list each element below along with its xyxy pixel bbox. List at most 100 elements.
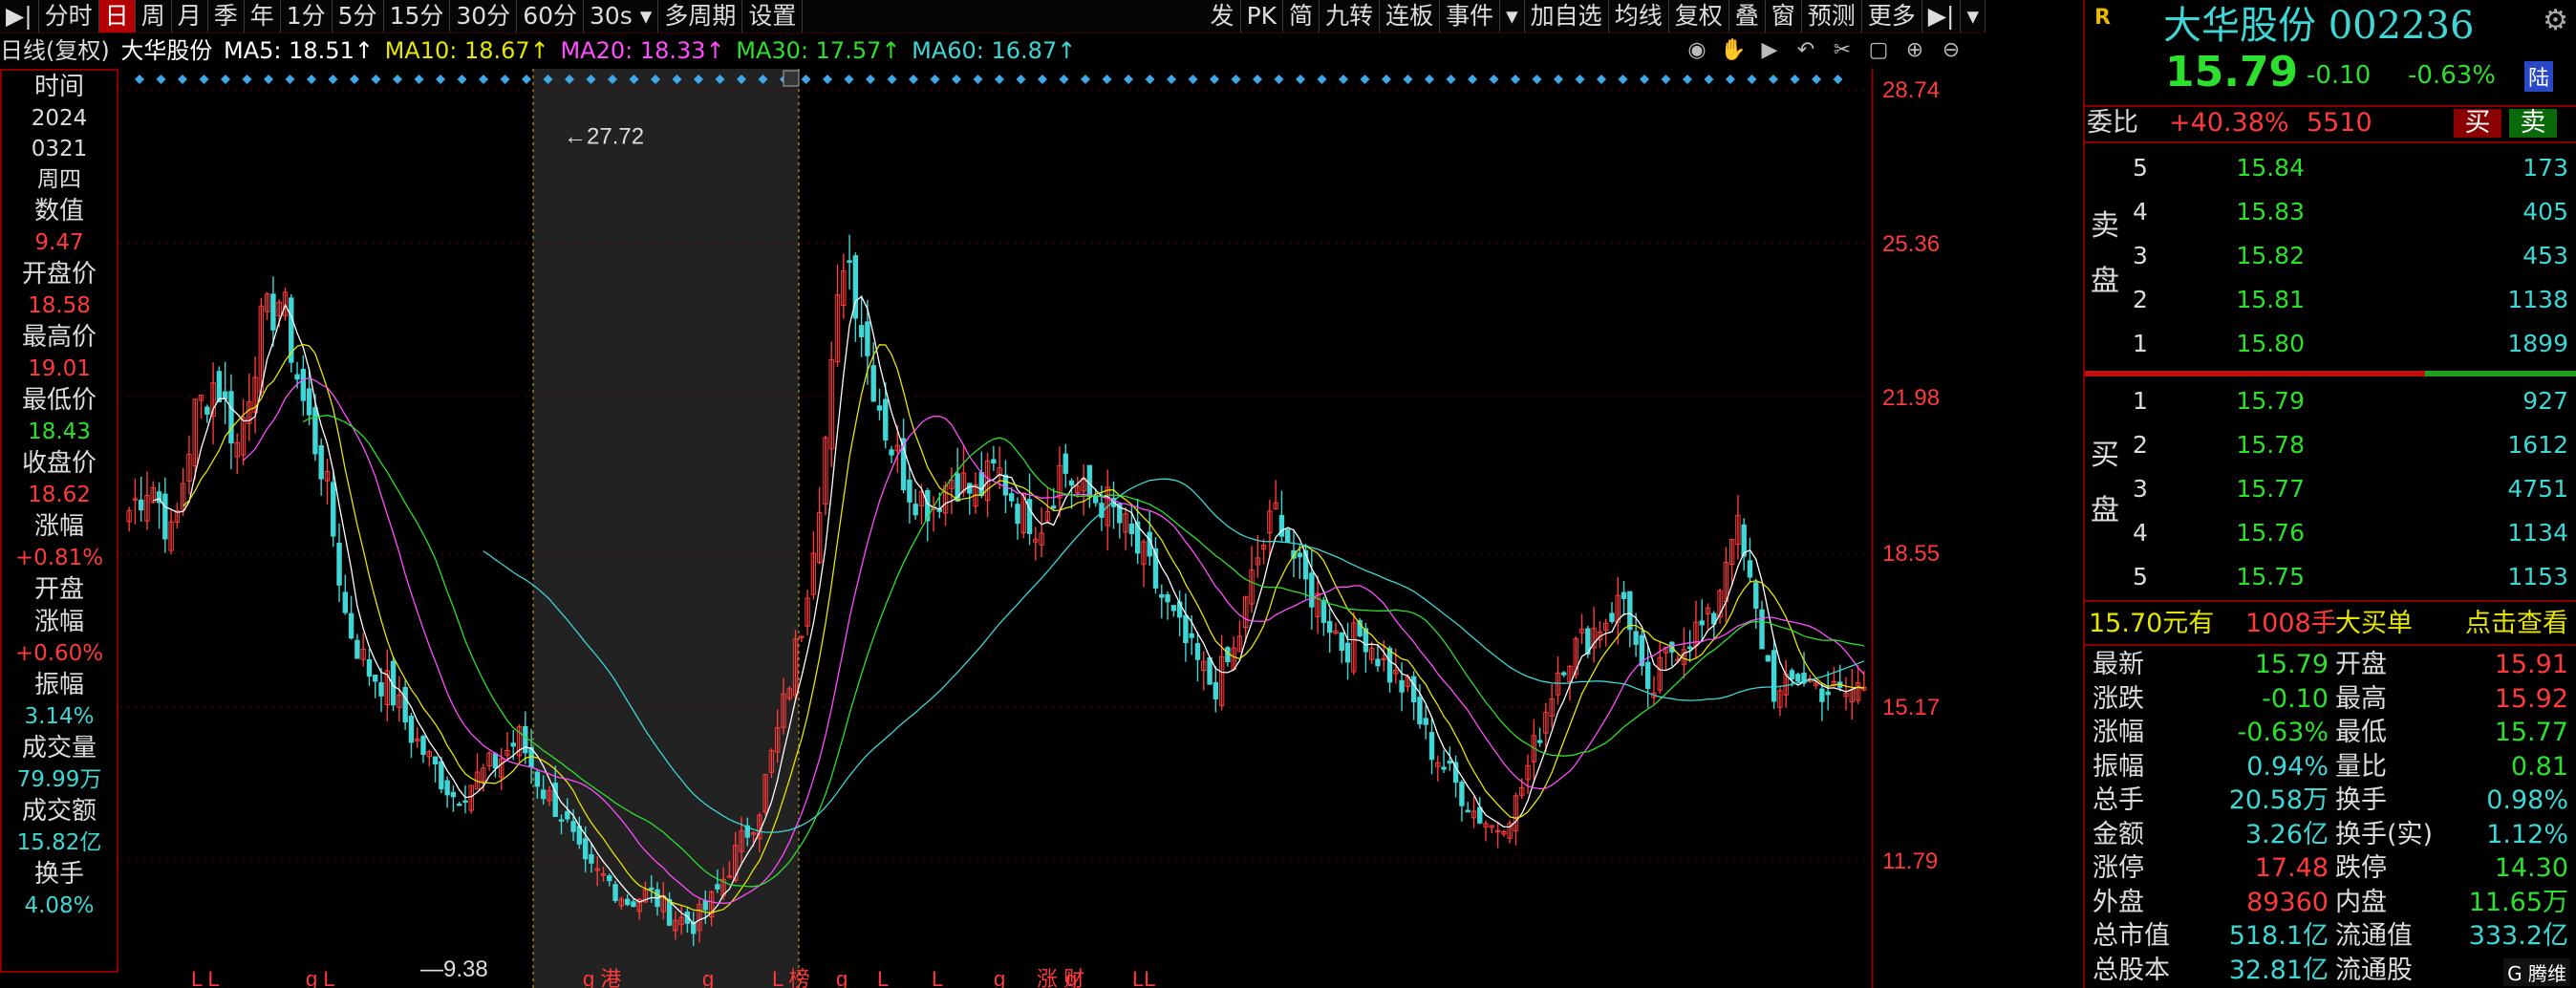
zoom-out-icon[interactable]: ⊖ [1938,36,1964,63]
period-tab[interactable]: 季 [208,0,245,32]
period-tab[interactable]: 周 [136,0,172,32]
toolbar-button[interactable]: ▾ [1961,0,1986,32]
event-diamond [414,75,424,84]
ma10-value[interactable]: MA10: 18.67↑ [385,37,549,64]
stat-value: -0.10 [2262,683,2329,714]
event-diamond [1790,75,1800,84]
info-value: 18.58 [28,293,91,318]
period-tab[interactable]: 月 [172,0,208,32]
period-tab[interactable]: 分时 [39,0,99,32]
stat-row: 总市值 518.1亿 流通值 333.2亿 [2085,919,2576,954]
toolbar-button[interactable]: 事件 [1440,0,1501,32]
toolbar-button[interactable]: 叠 [1729,0,1766,32]
event-diamond [995,75,1004,84]
period-tab[interactable]: 年 [245,0,281,32]
ma20-value[interactable]: MA20: 18.33↑ [560,37,724,64]
info-label: 时间 [33,73,84,101]
big-order-row[interactable]: 15.70元有 1008手 大买单 点击查看 [2085,606,2576,642]
undo-icon[interactable]: ↶ [1792,36,1819,63]
candle-body [1795,674,1801,682]
lock-icon[interactable]: ▢ [1865,36,1892,63]
eye-icon[interactable]: ◉ [1684,36,1710,63]
candle-body [1309,572,1315,608]
sell-button[interactable]: 卖 [2509,109,2557,138]
ma30-value[interactable]: MA30: 17.57↑ [736,37,900,64]
order-book-row[interactable]: 3 15.82 453 [2085,237,2576,275]
ma60-value[interactable]: MA60: 16.87↑ [912,37,1076,64]
event-diamond [1532,75,1542,84]
stat-label: 外盘 [2093,887,2144,917]
period-tab[interactable]: 设置 [742,0,804,32]
order-level: 1 [2133,330,2148,357]
period-label[interactable]: 日线(复权) [0,37,110,64]
scissors-icon[interactable]: ✂ [1829,36,1856,63]
toolbar-button[interactable]: 简 [1283,0,1320,32]
toolbar-button[interactable]: ▶| [1922,0,1962,32]
order-book-row[interactable]: 2 15.81 1138 [2085,281,2576,319]
period-tab[interactable]: 30s ▾ [584,0,659,32]
toolbar-button[interactable]: 九转 [1320,0,1381,32]
weibi-label: 委比 [2087,108,2138,138]
bottom-event-marker: g [702,967,714,988]
toolbar-button[interactable]: 窗 [1766,0,1802,32]
event-diamond [1618,75,1628,84]
kline-chart[interactable]: 28.74 25.36 21.98 18.55 15.17 11.79 ←27.72 —9.3… [120,69,1986,988]
ma20-line [243,376,1865,904]
toolbar-button[interactable]: 更多 [1862,0,1922,32]
order-book-row[interactable]: 4 15.83 405 [2085,193,2576,231]
toolbar-button[interactable]: ▾ [1500,0,1525,32]
candle-body [1686,646,1693,650]
bid-book: 买 盘 1 15.79 927 2 15.78 1612 3 15.77 4751 4 15.76 1… [2085,378,2576,600]
stock-name: 大华股份 [2163,4,2316,48]
order-book-row[interactable]: 3 15.77 4751 [2085,470,2576,508]
order-book-row[interactable]: 5 15.84 173 [2085,149,2576,187]
candle-body [1561,672,1567,676]
big-order-link[interactable]: 点击查看 [2465,606,2568,642]
hand-icon[interactable]: ✋ [1720,36,1747,63]
stat-label: 涨停 [2093,853,2144,883]
order-book-row[interactable]: 4 15.76 1134 [2085,514,2576,552]
order-book-row[interactable]: 2 15.78 1612 [2085,426,2576,464]
sidebar-toggle-icon[interactable]: ▶| [0,0,39,32]
ask-book: 卖 盘 5 15.84 173 4 15.83 405 3 15.82 453 2 15.81 113… [2085,145,2576,371]
event-diamond [307,75,316,84]
period-tab[interactable]: 多周期 [658,0,743,32]
toolbar-button[interactable]: 发 [1205,0,1241,32]
order-price: 15.83 [2236,198,2305,226]
info-label: 成交额 [21,797,97,826]
stat-label: 总股本 [2093,955,2170,985]
zoom-in-icon[interactable]: ⊕ [1901,36,1928,63]
period-tab[interactable]: 60分 [517,0,584,32]
candle-body [865,321,870,356]
period-tab[interactable]: 5分 [333,0,384,32]
candle-body [883,398,889,440]
play-icon[interactable]: ▶ [1756,36,1783,63]
period-tab[interactable]: 日 [98,0,136,32]
period-tab[interactable]: 30分 [450,0,518,32]
toolbar-button[interactable]: 复权 [1669,0,1729,32]
candle-body [1825,691,1831,696]
period-tab[interactable]: 15分 [384,0,451,32]
selection-close-icon[interactable] [783,70,800,87]
period-tab[interactable]: 1分 [281,0,333,32]
toolbar-button[interactable]: PK [1241,0,1284,32]
order-book-row[interactable]: 1 15.80 1899 [2085,325,2576,363]
candle-body [1423,718,1428,725]
toolbar-button[interactable]: 均线 [1609,0,1669,32]
order-price: 15.80 [2236,330,2305,357]
toolbar-button[interactable]: 连板 [1380,0,1441,32]
candle-body [306,388,312,416]
gear-icon[interactable]: ⚙ [2543,4,2568,37]
stat-value: 20.58万 [2228,785,2329,815]
buy-button[interactable]: 买 [2454,109,2501,138]
order-book-row[interactable]: 5 15.75 1153 [2085,558,2576,596]
candle-body [612,884,618,901]
toolbar-button[interactable]: 加自选 [1525,0,1609,32]
order-book-row[interactable]: 1 15.79 927 [2085,382,2576,420]
candle-body [1050,505,1057,509]
order-volume: 927 [2522,387,2568,415]
toolbar-button[interactable]: 预测 [1802,0,1862,32]
event-diamond [1317,75,1327,84]
ma5-value[interactable]: MA5: 18.51↑ [224,37,374,64]
event-diamond [1704,75,1714,84]
